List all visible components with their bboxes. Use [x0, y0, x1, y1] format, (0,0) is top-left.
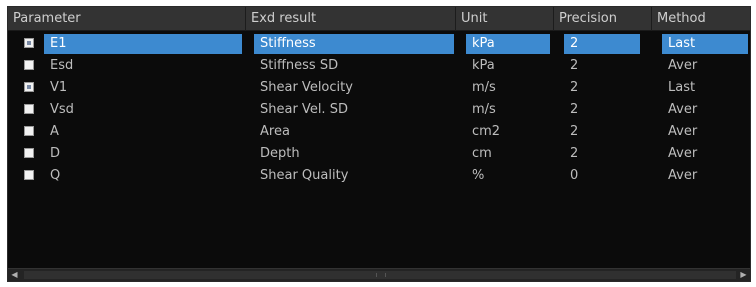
unit-cell: cm2: [472, 124, 501, 139]
scrollbar-thumb[interactable]: [24, 271, 736, 279]
result-cell: Shear Quality: [260, 168, 349, 183]
table-row[interactable]: A Area cm2 2 Aver: [8, 121, 750, 143]
precision-cell: 2: [570, 124, 579, 139]
parameter-cell: Esd: [50, 58, 74, 73]
unit-cell: m/s: [472, 80, 496, 95]
row-checkbox[interactable]: [24, 170, 34, 180]
parameter-table: Parameter Exd result Unit Precision Meth…: [7, 6, 751, 282]
method-cell: Aver: [668, 146, 698, 161]
row-checkbox[interactable]: [24, 104, 34, 114]
unit-cell: m/s: [472, 102, 496, 117]
table-row[interactable]: Vsd Shear Vel. SD m/s 2 Aver: [8, 99, 750, 121]
parameter-cell: D: [50, 146, 61, 161]
triangle-right-icon[interactable]: ▶: [737, 269, 750, 281]
method-cell: Last: [668, 80, 696, 95]
result-cell: Shear Velocity: [260, 80, 353, 95]
column-header-method[interactable]: Method: [652, 7, 750, 31]
parameter-cell: A: [50, 124, 59, 139]
parameter-cell: E1: [44, 34, 242, 54]
method-cell: Aver: [668, 102, 698, 117]
table-row[interactable]: V1 Shear Velocity m/s 2 Last: [8, 77, 750, 99]
parameter-cell: Vsd: [50, 102, 74, 117]
precision-cell: 2: [570, 102, 579, 117]
table-row[interactable]: E1 Stiffness kPa 2 Last: [8, 33, 750, 55]
table-row[interactable]: Esd Stiffness SD kPa 2 Aver: [8, 55, 750, 77]
precision-cell: 2: [564, 34, 640, 54]
horizontal-scrollbar[interactable]: ◀ ▶: [8, 268, 750, 281]
column-header-parameter[interactable]: Parameter: [8, 7, 246, 31]
method-cell: Aver: [668, 168, 698, 183]
unit-cell: kPa: [466, 34, 550, 54]
grip-icon: [376, 273, 386, 277]
parameter-cell: Q: [50, 168, 61, 183]
triangle-left-icon[interactable]: ◀: [8, 269, 21, 281]
result-cell: Depth: [260, 146, 300, 161]
column-header-exd-result[interactable]: Exd result: [246, 7, 456, 31]
table-header: Parameter Exd result Unit Precision Meth…: [8, 7, 750, 31]
table-row[interactable]: Q Shear Quality % 0 Aver: [8, 165, 750, 187]
row-checkbox[interactable]: [24, 60, 34, 70]
row-checkbox[interactable]: [24, 82, 34, 92]
precision-cell: 2: [570, 58, 579, 73]
unit-cell: cm: [472, 146, 492, 161]
result-cell: Stiffness SD: [260, 58, 339, 73]
unit-cell: %: [472, 168, 485, 183]
unit-cell: kPa: [472, 58, 495, 73]
row-checkbox[interactable]: [24, 38, 34, 48]
row-checkbox[interactable]: [24, 148, 34, 158]
precision-cell: 0: [570, 168, 579, 183]
result-cell: Stiffness: [254, 34, 454, 54]
precision-cell: 2: [570, 146, 579, 161]
method-cell: Last: [662, 34, 748, 54]
row-checkbox[interactable]: [24, 126, 34, 136]
result-cell: Area: [260, 124, 290, 139]
parameter-cell: V1: [50, 80, 68, 95]
method-cell: Aver: [668, 58, 698, 73]
result-cell: Shear Vel. SD: [260, 102, 348, 117]
method-cell: Aver: [668, 124, 698, 139]
table-row[interactable]: D Depth cm 2 Aver: [8, 143, 750, 165]
column-header-precision[interactable]: Precision: [554, 7, 652, 31]
precision-cell: 2: [570, 80, 579, 95]
column-header-unit[interactable]: Unit: [456, 7, 554, 31]
